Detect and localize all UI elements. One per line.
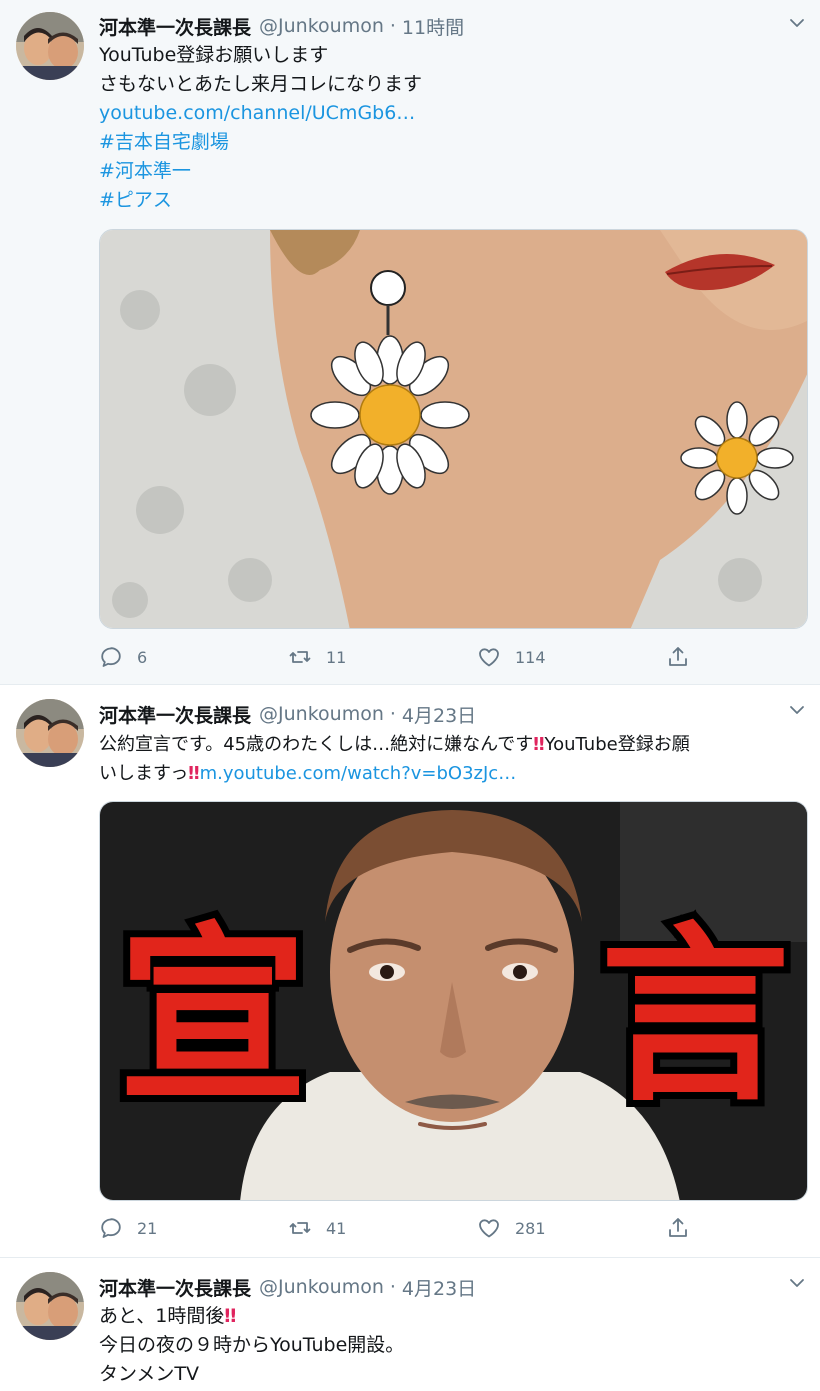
tweet-media-photo[interactable]: 宣 言 <box>99 801 808 1201</box>
double-exclamation-emoji: ‼ <box>533 734 545 755</box>
reply-icon <box>99 1216 123 1240</box>
reply-button[interactable]: 21 <box>99 1216 157 1240</box>
double-exclamation-emoji: ‼ <box>224 1305 237 1327</box>
tweet-1[interactable]: 河本準一次長課長 @Junkoumon · 11時間 YouTube登録お願いし… <box>0 0 820 685</box>
share-icon <box>666 645 690 669</box>
caret-down-icon[interactable] <box>788 1274 806 1292</box>
retweet-button[interactable]: 11 <box>288 645 346 669</box>
author-handle[interactable]: @Junkoumon <box>259 15 384 37</box>
author-handle[interactable]: @Junkoumon <box>259 703 384 725</box>
retweet-icon <box>288 645 312 669</box>
tweet-header: 河本準一次長課長 @Junkoumon · 4月23日 <box>99 1273 476 1301</box>
tweet-2[interactable]: 河本準一次長課長 @Junkoumon · 4月23日 公約宣言です。45歳のわ… <box>0 685 820 1258</box>
tweet-timestamp[interactable]: 4月23日 <box>402 1274 476 1301</box>
like-button[interactable]: 114 <box>477 645 546 669</box>
double-exclamation-emoji: ‼ <box>188 763 200 784</box>
tweet-text-line: 今日の夜の９時からYouTube開設。 <box>99 1334 405 1356</box>
tweet-text-line: いしますっ‼m.youtube.com/watch?v=bO3zJc… <box>99 759 806 788</box>
like-button[interactable]: 281 <box>477 1216 546 1240</box>
separator-dot: · <box>389 703 396 725</box>
avatar[interactable] <box>16 699 84 767</box>
tweet-text: YouTube登録お願いします さもないとあたし来月コレになります youtub… <box>99 41 806 215</box>
retweet-icon <box>288 1216 312 1240</box>
retweet-count: 11 <box>326 647 347 667</box>
tweet-text-segment: あと、1時間後 <box>99 1305 225 1327</box>
tweet-header: 河本準一次長課長 @Junkoumon · 4月23日 <box>99 700 476 728</box>
caret-down-icon[interactable] <box>788 14 806 32</box>
tweet-text-line: 公約宣言です。45歳のわたくしは…絶対に嫌なんです‼YouTube登録お願 <box>99 730 806 759</box>
hashtag-link[interactable]: #吉本自宅劇場 <box>99 128 806 157</box>
tweet-text: 公約宣言です。45歳のわたくしは…絶対に嫌なんです‼YouTube登録お願 いし… <box>99 730 806 788</box>
share-button[interactable] <box>666 645 690 669</box>
tweet-text-line: YouTube登録お願いします <box>99 44 329 66</box>
tweet-timestamp[interactable]: 4月23日 <box>402 701 476 728</box>
avatar[interactable] <box>16 1272 84 1340</box>
author-name[interactable]: 河本準一次長課長 <box>99 13 251 40</box>
like-count: 114 <box>515 647 546 667</box>
hashtag-link[interactable]: #ピアス <box>99 186 806 215</box>
reply-icon <box>99 645 123 669</box>
tweet-text: あと、1時間後‼ 今日の夜の９時からYouTube開設。 タンメンTV <box>99 1302 806 1389</box>
share-button[interactable] <box>666 1216 690 1240</box>
youtube-video-link[interactable]: m.youtube.com/watch?v=bO3zJc… <box>200 763 517 784</box>
daisy-earring-image <box>100 230 807 628</box>
author-name[interactable]: 河本準一次長課長 <box>99 1274 251 1301</box>
overlay-char-right: 言 <box>600 904 790 1127</box>
reply-button[interactable]: 6 <box>99 645 147 669</box>
avatar[interactable] <box>16 12 84 80</box>
tweet-text-segment: 公約宣言です。45歳のわたくしは…絶対に嫌なんです <box>99 734 534 755</box>
reply-count: 21 <box>137 1218 158 1238</box>
caret-down-icon[interactable] <box>788 701 806 719</box>
tweet-text-line: あと、1時間後‼ <box>99 1302 806 1331</box>
tweet-text-line: さもないとあたし来月コレになります <box>99 73 423 95</box>
tweet-actions: 6 11 114 <box>99 645 699 671</box>
share-icon <box>666 1216 690 1240</box>
separator-dot: · <box>389 1276 396 1298</box>
tweet-text-segment: いしますっ <box>99 763 189 784</box>
overlay-char-left: 宣 <box>118 904 308 1127</box>
tweet-timestamp[interactable]: 11時間 <box>402 13 464 40</box>
tweet-text-segment: YouTube登録お願 <box>544 734 690 755</box>
retweet-button[interactable]: 41 <box>288 1216 346 1240</box>
like-icon <box>477 1216 501 1240</box>
like-count: 281 <box>515 1218 546 1238</box>
tweet-3[interactable]: 河本準一次長課長 @Junkoumon · 4月23日 あと、1時間後‼ 今日の… <box>0 1258 820 1391</box>
hashtag-link[interactable]: #河本準一 <box>99 157 806 186</box>
tweet-media-photo[interactable] <box>99 229 808 629</box>
tweet-text-line: タンメンTV <box>99 1363 200 1385</box>
author-name[interactable]: 河本準一次長課長 <box>99 701 251 728</box>
tweet-header: 河本準一次長課長 @Junkoumon · 11時間 <box>99 12 464 40</box>
man-selfie-image: 宣 言 <box>100 802 807 1200</box>
tweet-actions: 21 41 281 <box>99 1216 699 1242</box>
reply-count: 6 <box>137 647 148 667</box>
like-icon <box>477 645 501 669</box>
author-handle[interactable]: @Junkoumon <box>259 1276 384 1298</box>
retweet-count: 41 <box>326 1218 347 1238</box>
youtube-channel-link[interactable]: youtube.com/channel/UCmGb6… <box>99 99 806 128</box>
separator-dot: · <box>389 15 396 37</box>
